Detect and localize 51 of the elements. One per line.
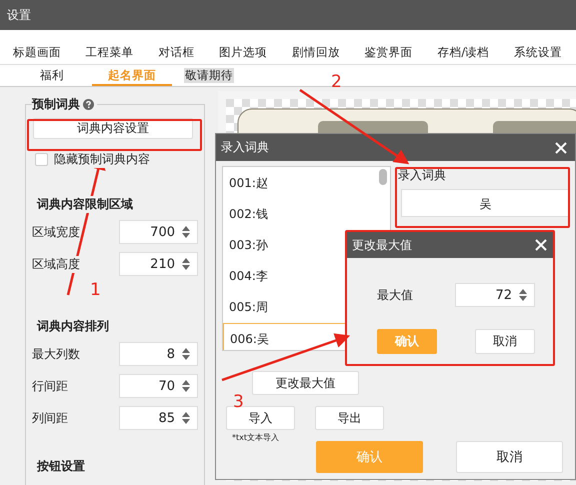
subtab[interactable]: 福利 (12, 65, 92, 86)
close-icon[interactable] (535, 239, 547, 251)
spinner-arrows-icon[interactable] (181, 225, 191, 239)
entry-label: 录入词典 (398, 167, 447, 184)
tab[interactable]: 鉴赏界面 (364, 45, 413, 64)
field-label: 行间距 (32, 378, 68, 394)
cancel-button[interactable]: 取消 (475, 329, 535, 354)
input-field[interactable]: 吴 (401, 189, 570, 217)
field-label: 最大值 (377, 286, 413, 304)
checkbox[interactable] (35, 153, 48, 166)
number-field[interactable]: 70 (119, 374, 198, 398)
import-button[interactable]: 导入 (226, 406, 295, 430)
dictionary-settings-button[interactable]: 词典内容设置 (33, 118, 193, 139)
dialog-title: 更改最大值 (352, 236, 412, 254)
field-label: 区域高度 (32, 256, 80, 272)
subtab[interactable]: 敬请期待 (184, 68, 234, 83)
tab[interactable]: 工程菜单 (86, 45, 134, 64)
spinner-arrows-icon[interactable] (518, 288, 528, 302)
field-label: 列间距 (32, 410, 68, 426)
spinner-arrows-icon[interactable] (181, 379, 191, 393)
tab[interactable]: 存档/读档 (437, 45, 490, 64)
number-field[interactable]: 210 (119, 252, 198, 276)
tab[interactable]: 对话框 (158, 45, 194, 64)
number-field[interactable]: 700 (119, 220, 198, 244)
group-title: 预制词典 (32, 96, 80, 113)
tab[interactable]: 剧情回放 (292, 45, 340, 64)
number-field[interactable]: 85 (119, 406, 198, 430)
spinner-arrows-icon[interactable] (181, 257, 191, 271)
number-field[interactable]: 8 (119, 342, 198, 366)
annotation-number: 1 (90, 282, 101, 299)
number-field[interactable]: 72 (455, 283, 535, 307)
export-button[interactable]: 导出 (315, 406, 384, 430)
tab[interactable]: 系统设置 (514, 45, 562, 64)
checkbox-label: 隐藏预制词典内容 (54, 151, 150, 168)
spinner-arrows-icon[interactable] (181, 347, 191, 361)
list-item[interactable]: 001:赵 (223, 168, 390, 198)
cancel-button[interactable]: 取消 (456, 441, 563, 473)
close-icon[interactable] (555, 142, 567, 154)
spinner-arrows-icon[interactable] (181, 411, 191, 425)
scrollbar-thumb[interactable] (379, 169, 387, 185)
change-max-button[interactable]: 更改最大值 (252, 371, 359, 395)
help-icon[interactable] (83, 99, 94, 110)
window-title: 设置 (7, 6, 31, 24)
annotation-number: 2 (331, 74, 342, 91)
list-item[interactable]: 002:钱 (223, 199, 390, 229)
import-note: *txt文本导入 (232, 432, 280, 443)
dialog-title: 录入词典 (221, 139, 269, 156)
tab[interactable]: 标题画面 (13, 45, 61, 64)
field-label: 最大列数 (32, 346, 80, 362)
tab[interactable]: 图片选项 (219, 45, 268, 64)
field-label: 区域宽度 (32, 224, 80, 240)
